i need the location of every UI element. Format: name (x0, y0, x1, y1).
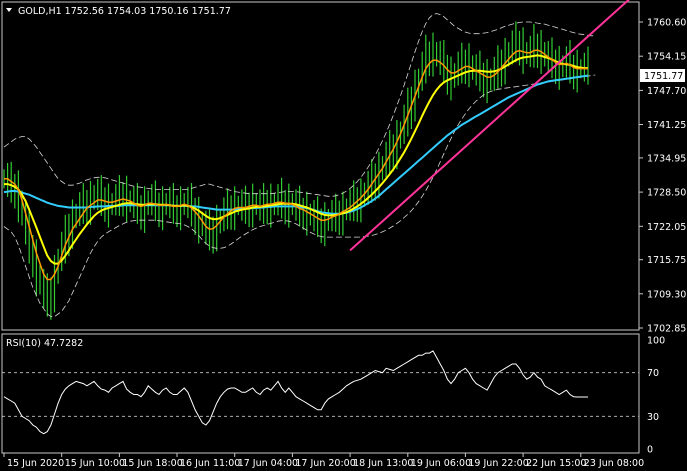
rsi-tick-label: 0 (647, 445, 653, 456)
time-tick-label: 23 Jun 08:00 (584, 458, 644, 469)
time-tick-label: 16 Jun 11:00 (180, 458, 240, 469)
band-upper-line (3, 13, 596, 197)
axis-labels-layer: 1760.60 1754.15 1747.70 1741.25 1734.95 1728.… (3, 18, 686, 469)
time-tick-label: 17 Jun 20:00 (295, 458, 355, 469)
rsi-panel-frame (1, 333, 640, 454)
chart-canvas: 1760.60 1754.15 1747.70 1741.25 1734.95 1728.… (1, 0, 686, 469)
price-tick-label: 1728.50 (647, 188, 686, 199)
ma-slow-line (4, 54, 588, 265)
price-tick-label: 1741.25 (647, 120, 686, 131)
rsi-line (3, 350, 588, 435)
price-tick-label: 1702.85 (647, 324, 686, 335)
price-series-layer (3, 0, 639, 320)
rsi-tick-label: 70 (647, 368, 659, 379)
collapse-triangle-icon[interactable] (6, 8, 12, 12)
price-tick-label: 1760.60 (647, 18, 686, 29)
price-tick-label: 1709.30 (647, 289, 686, 300)
time-tick-label: 18 Jun 13:00 (353, 458, 413, 469)
time-tick-label: 15 Jun 18:00 (122, 458, 182, 469)
rsi-tick-label: 100 (647, 336, 665, 347)
time-tick-label: 19 Jun 22:00 (468, 458, 528, 469)
time-tick-label: 15 Jun 2020 (7, 458, 64, 469)
price-tick-label: 1754.15 (647, 52, 686, 63)
rsi-tick-label: 30 (647, 412, 659, 423)
rsi-series-layer (2, 350, 639, 435)
price-tick-label: 1734.95 (647, 153, 686, 164)
time-tick-label: 22 Jun 15:00 (526, 458, 586, 469)
time-tick-label: 15 Jun 10:00 (65, 458, 125, 469)
trendline[interactable] (349, 0, 639, 252)
ma-fast-line (4, 49, 588, 281)
price-tick-label: 1747.70 (647, 86, 686, 97)
rsi-info: RSI(10) 47.7282 (6, 338, 83, 349)
symbol-info: GOLD,H1 1752.56 1754.03 1750.16 1751.77 (18, 6, 231, 17)
price-tick-label: 1715.75 (647, 255, 686, 266)
current-price-label: 1751.77 (644, 71, 683, 82)
price-panel-frame (1, 1, 640, 331)
time-tick-label: 17 Jun 04:00 (238, 458, 298, 469)
price-tick-label: 1722.05 (647, 222, 686, 233)
time-tick-label: 19 Jun 06:00 (411, 458, 471, 469)
